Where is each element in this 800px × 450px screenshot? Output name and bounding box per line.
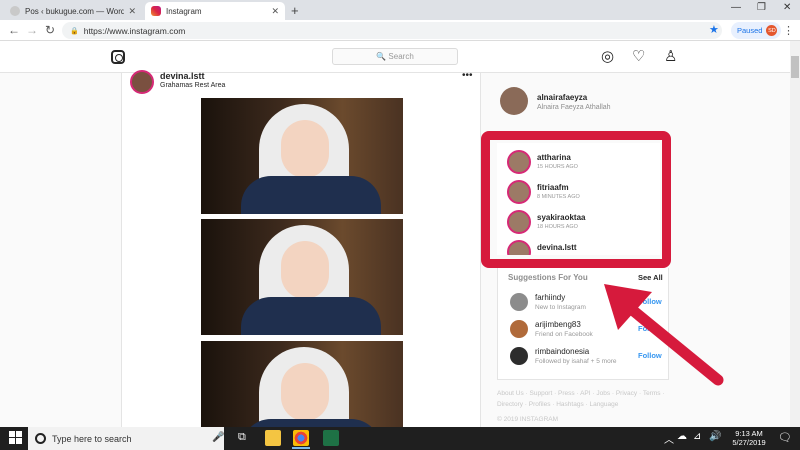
maximize-button[interactable]: ❐ — [757, 2, 766, 13]
wordpress-icon — [10, 6, 20, 16]
browser-tab-strip: Pos ‹ bukugue.com — WordPress ✕ Instagra… — [0, 0, 800, 20]
file-explorer-icon[interactable] — [265, 430, 281, 446]
highlight-rectangle — [481, 131, 671, 268]
post-location[interactable]: Grahamas Rest Area — [160, 82, 225, 89]
suggestion-username[interactable]: farhiindy — [535, 293, 565, 302]
url-text: https://www.instagram.com — [83, 25, 186, 36]
scrollbar-thumb[interactable] — [791, 56, 799, 78]
instagram-logo-icon[interactable] — [111, 50, 125, 64]
post-photo[interactable] — [201, 98, 403, 214]
copyright-text: © 2019 INSTAGRAM — [497, 416, 559, 423]
suggestion-subtitle: Friend on Facebook — [535, 331, 593, 338]
post-username[interactable]: devina.lstt — [160, 71, 205, 81]
close-tab-icon[interactable]: ✕ — [128, 6, 136, 17]
task-view-icon[interactable]: ⧉ — [238, 431, 246, 444]
browser-toolbar: ← → ↻ 🔒 https://www.instagram.com ★ Paus… — [0, 20, 800, 41]
account-avatar[interactable] — [500, 87, 528, 115]
post-author-avatar[interactable] — [130, 70, 154, 94]
close-window-button[interactable]: ✕ — [783, 2, 791, 13]
tab-wordpress[interactable]: Pos ‹ bukugue.com — WordPress ✕ — [4, 2, 142, 20]
suggestion-subtitle: New to Instagram — [535, 304, 586, 311]
notification-icon[interactable]: 🗨 — [778, 431, 792, 444]
suggestion-avatar[interactable] — [510, 320, 528, 338]
post-photo[interactable] — [201, 219, 403, 335]
suggestion-username[interactable]: rimbaindonesia — [535, 347, 589, 356]
tab-title: Pos ‹ bukugue.com — WordPress — [25, 6, 125, 16]
clock-time: 9:13 AM — [735, 429, 763, 438]
account-full-name: Alnaira Faeyza Athallah — [537, 104, 611, 111]
tray-chevron-icon[interactable]: ︿ — [664, 431, 674, 446]
page-scrollbar[interactable] — [790, 41, 800, 427]
sync-status: Paused — [737, 26, 763, 35]
feed-post: devina.lstt Grahamas Rest Area ••• — [121, 70, 481, 431]
heart-icon[interactable]: ♡ — [632, 47, 645, 65]
address-bar[interactable]: 🔒 https://www.instagram.com — [62, 22, 722, 39]
microphone-icon[interactable]: 🎤 — [212, 432, 224, 443]
explore-icon[interactable]: ◎ — [601, 47, 614, 65]
chrome-icon[interactable] — [293, 430, 309, 446]
annotation-arrow-icon — [604, 284, 724, 386]
forward-icon[interactable]: → — [26, 23, 38, 37]
instagram-icon — [151, 6, 161, 16]
back-icon[interactable]: ← — [8, 23, 20, 37]
minimize-button[interactable]: — — [731, 2, 741, 13]
tab-instagram[interactable]: Instagram ✕ — [145, 2, 285, 20]
profile-avatar: SD — [766, 25, 778, 36]
suggestion-username[interactable]: arijimbeng83 — [535, 320, 581, 329]
search-input[interactable]: 🔍 Search — [332, 48, 458, 65]
suggestions-title: Suggestions For You — [508, 273, 588, 282]
suggestion-avatar[interactable] — [510, 293, 528, 311]
clock-date: 5/27/2019 — [732, 438, 766, 447]
post-photo[interactable] — [201, 341, 403, 431]
bookmark-star-icon[interactable]: ★ — [709, 23, 719, 36]
system-clock[interactable]: 9:13 AM 5/27/2019 — [728, 429, 770, 447]
windows-taskbar: Type here to search 🎤 ⧉ ︿ ☁ ⊿ 🔊 9:13 AM … — [0, 427, 800, 450]
footer-links[interactable]: About Us · Support · Press · API · Jobs … — [497, 388, 667, 410]
reload-icon[interactable]: ↻ — [45, 23, 55, 37]
lock-icon: 🔒 — [70, 27, 79, 35]
onedrive-icon[interactable]: ☁ — [677, 431, 687, 442]
volume-icon[interactable]: 🔊 — [709, 431, 721, 442]
cortana-icon — [35, 433, 46, 444]
windows-start-icon[interactable] — [9, 431, 23, 445]
suggestion-avatar[interactable] — [510, 347, 528, 365]
new-tab-button[interactable]: + — [291, 3, 299, 18]
excel-icon[interactable] — [323, 430, 339, 446]
tab-title: Instagram — [166, 6, 202, 16]
taskbar-search-placeholder: Type here to search — [52, 433, 132, 444]
profile-sync-button[interactable]: Paused SD — [731, 22, 782, 39]
taskbar-search-input[interactable]: Type here to search 🎤 — [28, 427, 224, 450]
instagram-header: 🔍 Search ◎ ♡ ♙ — [0, 41, 790, 73]
account-username[interactable]: alnairafaeyza — [537, 93, 587, 102]
more-options-icon[interactable]: ••• — [462, 70, 473, 81]
network-icon[interactable]: ⊿ — [693, 431, 701, 442]
close-tab-icon[interactable]: ✕ — [271, 6, 279, 17]
profile-icon[interactable]: ♙ — [664, 47, 677, 65]
browser-menu-icon[interactable]: ⋮ — [783, 24, 794, 37]
active-app-indicator — [292, 447, 310, 449]
